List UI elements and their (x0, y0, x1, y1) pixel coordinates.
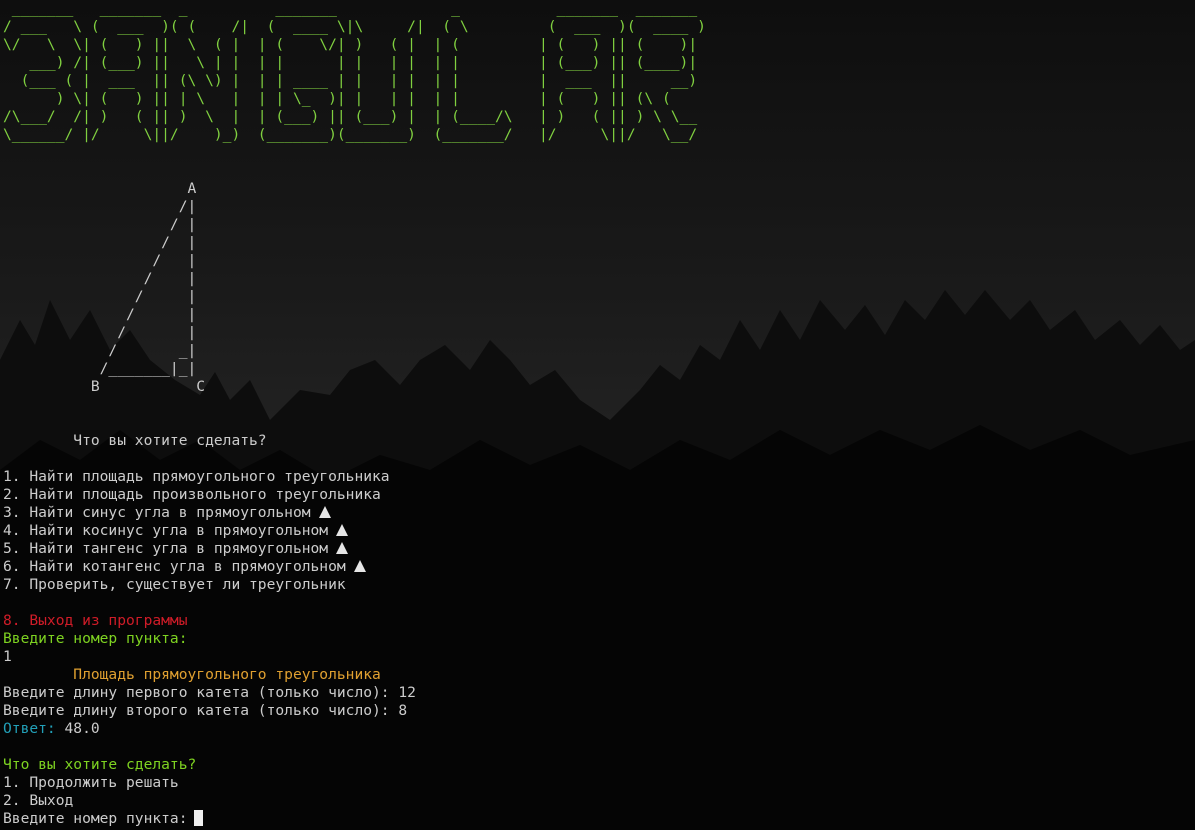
menu-item: 1. Найти площадь прямоугольного треуголь… (3, 468, 706, 486)
triangle-icon (336, 524, 349, 536)
banner-line: _______ _______ _ _______ _ _______ ____… (3, 0, 706, 17)
menu-item-label: 5. Найти тангенс угла в прямоугольном (3, 540, 329, 557)
menu-item: 2. Найти площадь произвольного треугольн… (3, 486, 706, 504)
banner-line: / ___ \ ( ___ )( ( /| ( ____ \|\ /| ( \ … (3, 18, 706, 35)
triangle-art-line: /| (3, 198, 197, 215)
leg1-prompt: Введите длину первого катета (только чис… (3, 684, 416, 701)
menu-item: 7. Проверить, существует ли треугольник (3, 576, 706, 594)
menu-item: 4. Найти косинус угла в прямоугольном (3, 522, 706, 540)
menu-list: 1. Найти площадь прямоугольного треуголь… (3, 468, 706, 594)
ascii-triangle: A /| / | / | / | / | / | / | / | / _| /_… (3, 180, 706, 396)
answer-label: Ответ: (3, 720, 56, 737)
section-title: Площадь прямоугольного треугольника (3, 666, 381, 683)
triangle-art-line: /_______|_| (3, 360, 197, 377)
triangle-icon (336, 542, 349, 554)
menu-item-label: 7. Проверить, существует ли треугольник (3, 576, 346, 593)
final-input-prompt: Введите номер пункта: (3, 810, 188, 827)
menu-item-label: 6. Найти котангенс угла в прямоугольном (3, 558, 346, 575)
menu-item: 5. Найти тангенс угла в прямоугольном (3, 540, 706, 558)
continue-option: 1. Продолжить решать (3, 774, 179, 791)
exit-option: 8. Выход из программы (3, 612, 188, 629)
triangle-icon (318, 506, 331, 518)
menu-item-label: 4. Найти косинус угла в прямоугольном (3, 522, 329, 539)
banner-line: \______/ |/ \||/ )_) (_______)(_______) … (3, 126, 698, 143)
triangle-art-line: / _| (3, 342, 197, 359)
menu-item: 3. Найти синус угла в прямоугольном (3, 504, 706, 522)
menu-item-label: 2. Найти площадь произвольного треугольн… (3, 486, 381, 503)
triangle-art-line: B C (3, 378, 206, 395)
triangle-art-line: / | (3, 252, 197, 269)
triangle-art-line: / | (3, 234, 197, 251)
menu-item-label: 1. Найти площадь прямоугольного треуголь… (3, 468, 390, 485)
banner-line: \/ \ \| ( ) || \ ( | | ( \/| ) ( | | ( |… (3, 36, 698, 53)
exit-option-2: 2. Выход (3, 792, 74, 809)
continue-prompt: Что вы хотите сделать? (3, 756, 197, 773)
terminal-output: _______ _______ _ _______ _ _______ ____… (3, 0, 706, 828)
triangle-art-line: / | (3, 216, 197, 233)
leg2-prompt: Введите длину второго катета (только чис… (3, 702, 408, 719)
banner-line: /\___/ /| ) ( || ) \ | | (___) || (___) … (3, 108, 698, 125)
triangle-art-line: A (3, 180, 197, 197)
triangle-art-line: / | (3, 324, 197, 341)
answer-value: 48.0 (55, 720, 100, 737)
menu-item-label: 3. Найти синус угла в прямоугольном (3, 504, 311, 521)
banner-line: (___ ( | ___ || (\ \) | | | ____ | | | |… (3, 72, 698, 89)
banner-line: ___) /| (___) || \ | | | | | | | | | | |… (3, 54, 698, 71)
menu-prompt: Что вы хотите сделать? (3, 432, 267, 449)
banner-line: ) \| ( ) || | \ | | | \_ )| | | | | | | … (3, 90, 698, 107)
answer-line: Ответ: 48.0 (3, 720, 706, 738)
command-input-line[interactable]: Введите номер пункта: (3, 810, 706, 828)
user-input: 1 (3, 648, 12, 665)
triangle-icon (353, 560, 366, 572)
menu-item: 6. Найти котангенс угла в прямоугольном (3, 558, 706, 576)
input-prompt: Введите номер пункта: (3, 630, 188, 647)
ascii-banner: _______ _______ _ _______ _ _______ ____… (3, 0, 706, 144)
triangle-art-line: / | (3, 288, 197, 305)
triangle-art-line: / | (3, 306, 197, 323)
triangle-art-line: / | (3, 270, 197, 287)
text-cursor[interactable] (193, 810, 203, 826)
